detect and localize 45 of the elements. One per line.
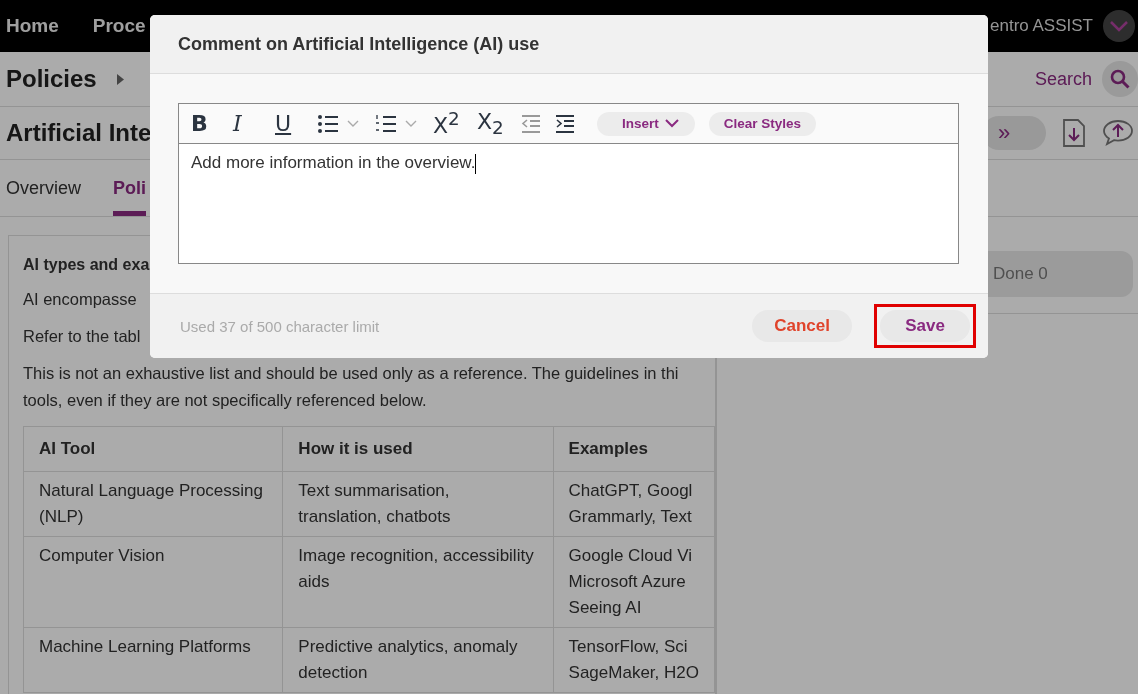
table-cell: Google Cloud Vi Microsoft Azure Seeing AI [553,536,715,628]
clear-styles-button[interactable]: Clear Styles [708,111,817,136]
download-file-icon[interactable] [1062,118,1086,148]
tab[interactable]: Overview [6,160,81,216]
numbered-list-icon[interactable] [375,113,419,134]
insert-menu-button[interactable]: Insert [597,111,695,136]
nav-link[interactable]: Home [6,15,59,37]
table-cell: Text summarisation, translation, chatbots [282,471,554,537]
chevron-down-icon [664,119,679,128]
paragraph: AI encompasse [23,289,137,310]
breadcrumb-title[interactable]: Policies [6,65,97,93]
caret-icon [116,73,124,85]
search-icon [1110,69,1130,89]
search-link[interactable]: Search [1034,68,1092,90]
comment-upload-icon[interactable] [1102,119,1134,147]
dialog-title: Comment on Artificial Intelligence (AI) use [178,33,540,55]
table-cell: Machine Learning Platforms [23,627,283,693]
table-cell: ChatGPT, Googl Grammarly, Text [553,471,715,537]
chevron-down-icon [1109,20,1129,32]
subscript-button[interactable]: X$_{2}$ [477,108,521,139]
italic-button[interactable]: I [233,111,275,136]
nav-link[interactable]: Proce [92,15,146,37]
section-heading: AI types and exa [23,256,151,274]
underline-button[interactable]: U [275,111,317,136]
paragraph: Refer to the tabl [23,326,141,347]
table-cell: Image recognition, accessibility aids [282,536,554,628]
document-title: Artificial Inte [6,119,152,147]
table-cell: Natural Language Processing (NLP) [23,471,283,537]
table-cell: Computer Vision [23,536,283,628]
comment-field[interactable]: Add more information in the overview. [179,144,958,263]
table-cell: Predictive analytics, anomaly detection [282,627,554,693]
table-cell: TensorFlow, Sci SageMaker, H2O [553,627,715,693]
search-button[interactable] [1102,61,1138,97]
bulleted-list-icon[interactable] [317,113,361,134]
column-header: AI Tool [23,426,283,472]
bold-button[interactable]: B [191,111,233,136]
outdent-icon[interactable] [521,114,541,133]
character-counter: Used 37 of 500 character limit [180,317,380,335]
user-name[interactable]: entro ASSIST [990,16,1093,36]
column-header: How it is used [282,426,554,472]
save-button[interactable]: Save [880,310,970,342]
column-header: Examples [553,426,715,472]
indent-icon[interactable] [555,114,575,133]
paragraph: This is not an exhaustive list and should be used only as a reference. The guidelines in thi tools, even if they are not specifically referenced below. [23,363,679,411]
superscript-button[interactable]: X$^{2}$ [433,108,477,139]
